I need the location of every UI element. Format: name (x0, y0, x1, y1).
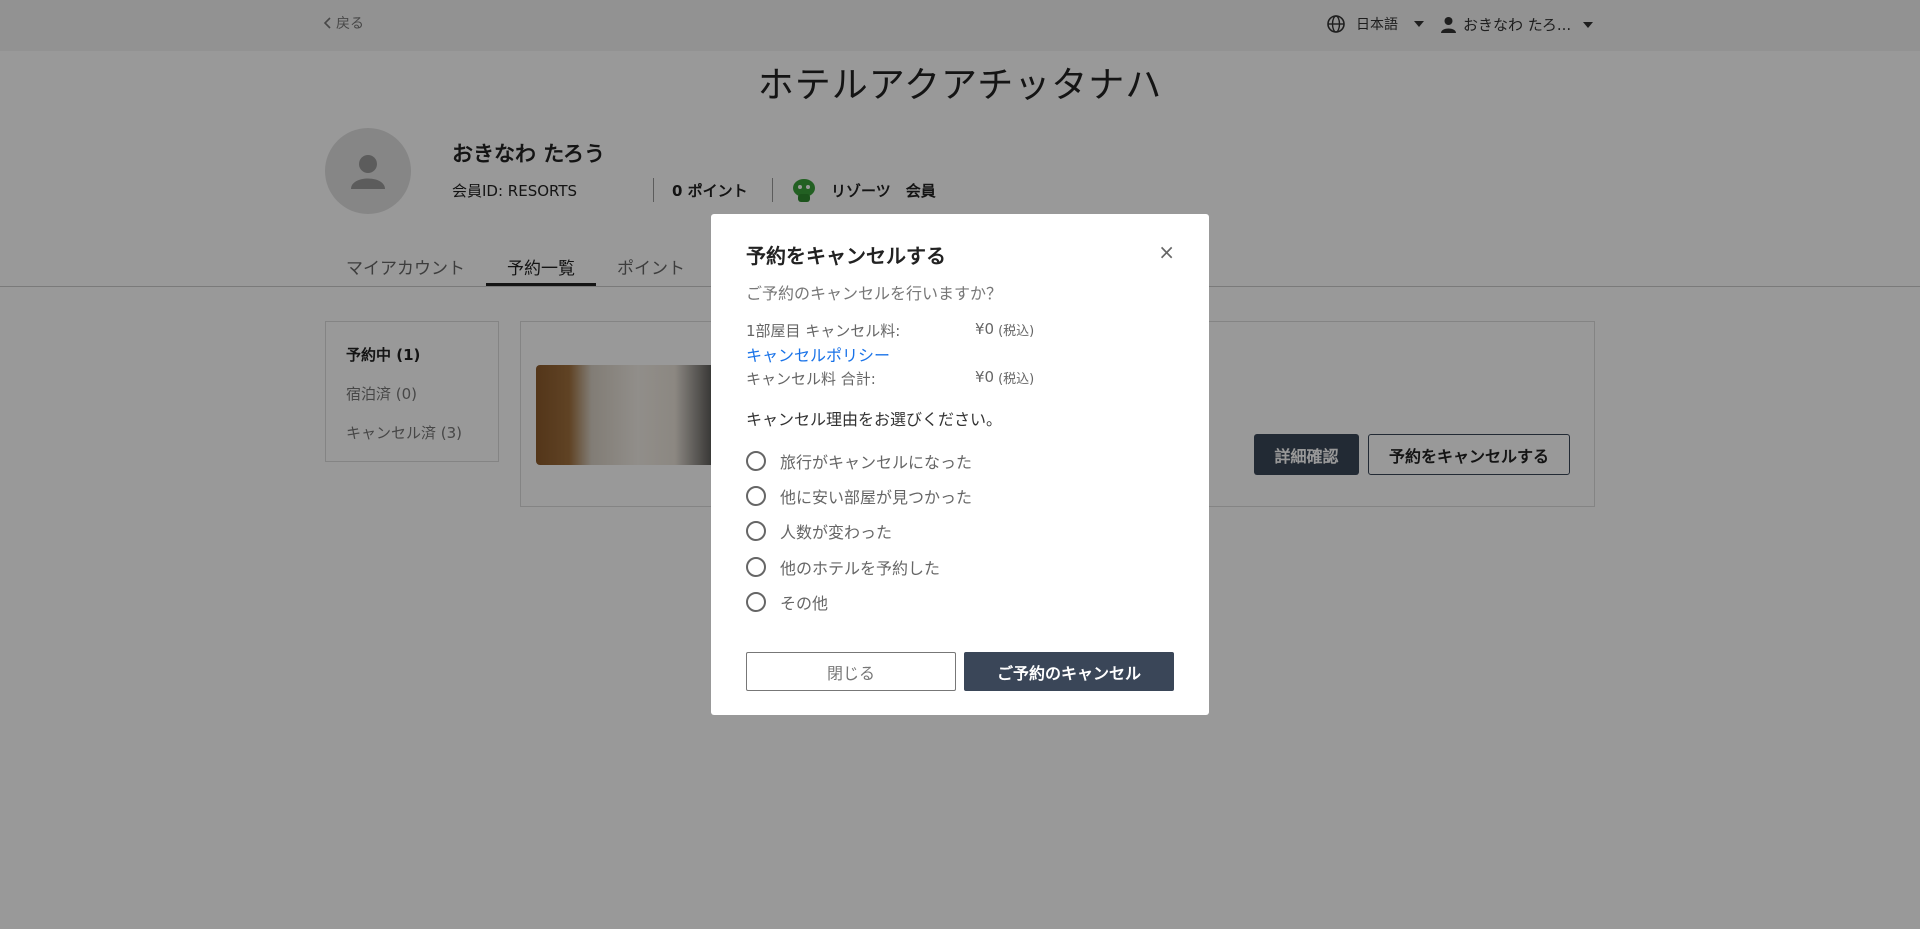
room-fee-value: ¥0 (975, 320, 995, 338)
radio-button[interactable] (746, 521, 766, 541)
reason-label: 人数が変わった (780, 523, 893, 542)
room-cancel-fee: 1部屋目 キャンセル料: ¥0 (税込) (746, 320, 1034, 341)
radio-button[interactable] (746, 557, 766, 577)
reason-label: その他 (780, 594, 829, 613)
reason-option[interactable]: 旅行がキャンセルになった (746, 449, 972, 473)
close-icon[interactable]: × (1158, 240, 1175, 264)
total-fee-tax: (税込) (998, 372, 1035, 387)
page: 戻る 日本語 おきなわ たろ... ホテルアクアチッタナハ おきなわ たろう 会… (0, 0, 1920, 929)
reason-label: 旅行がキャンセルになった (780, 453, 973, 472)
total-fee-label: キャンセル料 合計: (746, 370, 876, 388)
reason-label: 他に安い部屋が見つかった (780, 488, 973, 507)
modal-title: 予約をキャンセルする (746, 244, 946, 268)
radio-button[interactable] (746, 486, 766, 506)
reason-option[interactable]: その他 (746, 590, 828, 614)
total-fee-value: ¥0 (975, 368, 995, 386)
confirm-cancel-button[interactable]: ご予約のキャンセル (964, 652, 1174, 691)
close-button[interactable]: 閉じる (746, 652, 956, 691)
radio-button[interactable] (746, 592, 766, 612)
reason-option[interactable]: 人数が変わった (746, 519, 892, 543)
room-fee-label: 1部屋目 キャンセル料: (746, 322, 901, 340)
reason-label: 他のホテルを予約した (780, 559, 941, 578)
total-cancel-fee: キャンセル料 合計: ¥0 (税込) (746, 368, 1034, 389)
reason-prompt: キャンセル理由をお選びください。 (746, 410, 1003, 429)
modal-question: ご予約のキャンセルを行いますか？ (746, 284, 1003, 303)
reason-option[interactable]: 他に安い部屋が見つかった (746, 484, 972, 508)
reason-option[interactable]: 他のホテルを予約した (746, 555, 940, 579)
radio-button[interactable] (746, 451, 766, 471)
room-fee-tax: (税込) (998, 324, 1035, 339)
cancel-policy-link[interactable]: キャンセルポリシー (746, 342, 890, 366)
cancel-reservation-modal: 予約をキャンセルする × ご予約のキャンセルを行いますか？ 1部屋目 キャンセル… (711, 214, 1209, 715)
